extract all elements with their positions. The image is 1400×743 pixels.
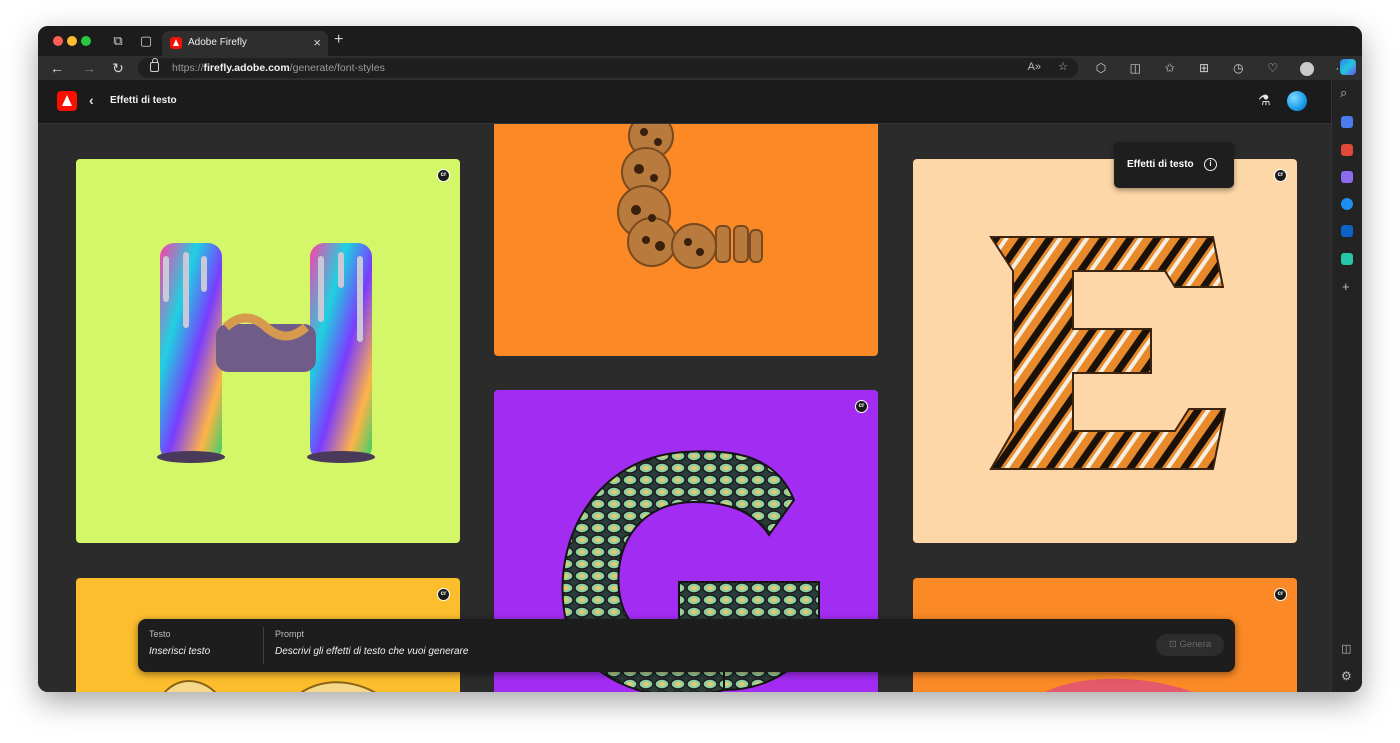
workspaces-icon[interactable]: ⧉ (110, 33, 126, 49)
tab-actions-icon[interactable]: ▢ (138, 33, 154, 49)
effects-tooltip: Effetti di testo i (1114, 142, 1234, 188)
content-credentials-badge[interactable]: cr (437, 169, 450, 182)
gallery-card-h[interactable]: cr (76, 159, 460, 543)
sidebar-search-icon[interactable]: ⌕ (1340, 86, 1347, 100)
back-chevron-icon[interactable]: ‹ (89, 92, 94, 108)
sidebar-collapse-icon[interactable]: ◫ (1341, 642, 1351, 656)
sidebar-microsoft365-icon[interactable] (1341, 198, 1353, 210)
address-bar[interactable]: https://firefly.adobe.com/generate/font-… (138, 58, 1078, 78)
app-header: ‹ Effetti di testo ⚗ (38, 80, 1331, 124)
new-tab-icon[interactable]: + (334, 31, 343, 49)
prompt-bar-divider (263, 627, 264, 664)
read-aloud-icon[interactable]: A» (1028, 61, 1041, 73)
window-minimize-button[interactable] (67, 36, 77, 46)
browser-tab-active[interactable]: Adobe Firefly × (162, 31, 328, 56)
info-icon[interactable]: i (1204, 158, 1217, 171)
window-maximize-button[interactable] (81, 36, 91, 46)
sidebar-games-icon[interactable] (1341, 171, 1353, 183)
browser-sidebar: ⌕ + ◫ ⚙ (1331, 80, 1362, 692)
adobe-favicon-icon (170, 37, 182, 49)
drip-letter-h-art (157, 243, 375, 463)
tab-strip: ⧉ ▢ Adobe Firefly × + (38, 26, 1362, 56)
prompt-field-label: Prompt (275, 629, 305, 639)
tooltip-text: Effetti di testo (1127, 159, 1194, 170)
copilot-icon[interactable] (1340, 59, 1356, 75)
sidebar-drop-icon[interactable] (1341, 253, 1353, 265)
navigation-bar: ← → ↻ https://firefly.adobe.com/generate… (38, 56, 1362, 80)
profile-avatar[interactable] (1296, 59, 1318, 77)
generate-button-label: Genera (1179, 639, 1212, 650)
content-credentials-badge[interactable]: cr (1274, 588, 1287, 601)
tiger-fur-letter-e-art (989, 236, 1227, 470)
sidebar-settings-gear-icon[interactable]: ⚙ (1341, 669, 1352, 683)
sidebar-shopping-icon[interactable] (1341, 116, 1353, 128)
gallery-card-e[interactable]: cr (913, 159, 1297, 543)
forward-arrow-icon[interactable]: → (80, 59, 98, 77)
sidebar-tools-icon[interactable] (1341, 144, 1353, 156)
gallery: cr cr cr cr cr Effetti di testo i Testo … (38, 124, 1331, 692)
collections-icon[interactable]: ⊞ (1193, 59, 1215, 77)
sidebar-add-icon[interactable]: + (1342, 280, 1350, 294)
window-close-button[interactable] (53, 36, 63, 46)
text-field-label: Testo (149, 629, 171, 639)
lock-icon[interactable] (150, 58, 159, 72)
tab-close-icon[interactable]: × (313, 35, 321, 50)
extensions-icon[interactable]: ⬡ (1090, 59, 1112, 77)
generate-button[interactable]: ⊡ Genera (1156, 634, 1224, 656)
prompt-input[interactable]: Descrivi gli effetti di testo che vuoi g… (275, 646, 468, 657)
history-icon[interactable]: ◷ (1227, 59, 1249, 77)
labs-flask-icon[interactable]: ⚗ (1258, 92, 1271, 109)
generate-icon: ⊡ (1168, 639, 1177, 650)
content-credentials-badge[interactable]: cr (1274, 169, 1287, 182)
url-text[interactable]: https://firefly.adobe.com/generate/font-… (172, 62, 385, 74)
browser-window: ⧉ ▢ Adobe Firefly × + ← → ↻ https://fire… (38, 26, 1362, 692)
cookie-letter-l-art (617, 124, 763, 269)
address-bar-actions: A» ☆ (1014, 60, 1068, 73)
sidebar-outlook-icon[interactable] (1341, 225, 1353, 237)
tab-title: Adobe Firefly (188, 37, 247, 48)
split-screen-icon[interactable]: ◫ (1124, 59, 1146, 77)
adobe-logo-icon[interactable] (57, 91, 77, 111)
toolbar-icons: ⬡ ◫ ✩ ⊞ ◷ ♡ ··· (1090, 59, 1361, 77)
performance-heart-icon[interactable]: ♡ (1262, 59, 1284, 77)
favorite-star-icon[interactable]: ☆ (1058, 61, 1068, 73)
back-arrow-icon[interactable]: ← (48, 59, 66, 77)
text-input[interactable]: Inserisci testo (149, 646, 210, 657)
page-title: Effetti di testo (110, 95, 177, 106)
user-avatar[interactable] (1287, 91, 1307, 111)
reload-icon[interactable]: ↻ (109, 59, 127, 77)
content-credentials-badge[interactable]: cr (437, 588, 450, 601)
content-credentials-badge[interactable]: cr (855, 400, 868, 413)
favorites-icon[interactable]: ✩ (1159, 59, 1181, 77)
prompt-bar: Testo Inserisci testo Prompt Descrivi gl… (138, 619, 1235, 672)
gallery-card-l[interactable]: cr (494, 124, 878, 356)
